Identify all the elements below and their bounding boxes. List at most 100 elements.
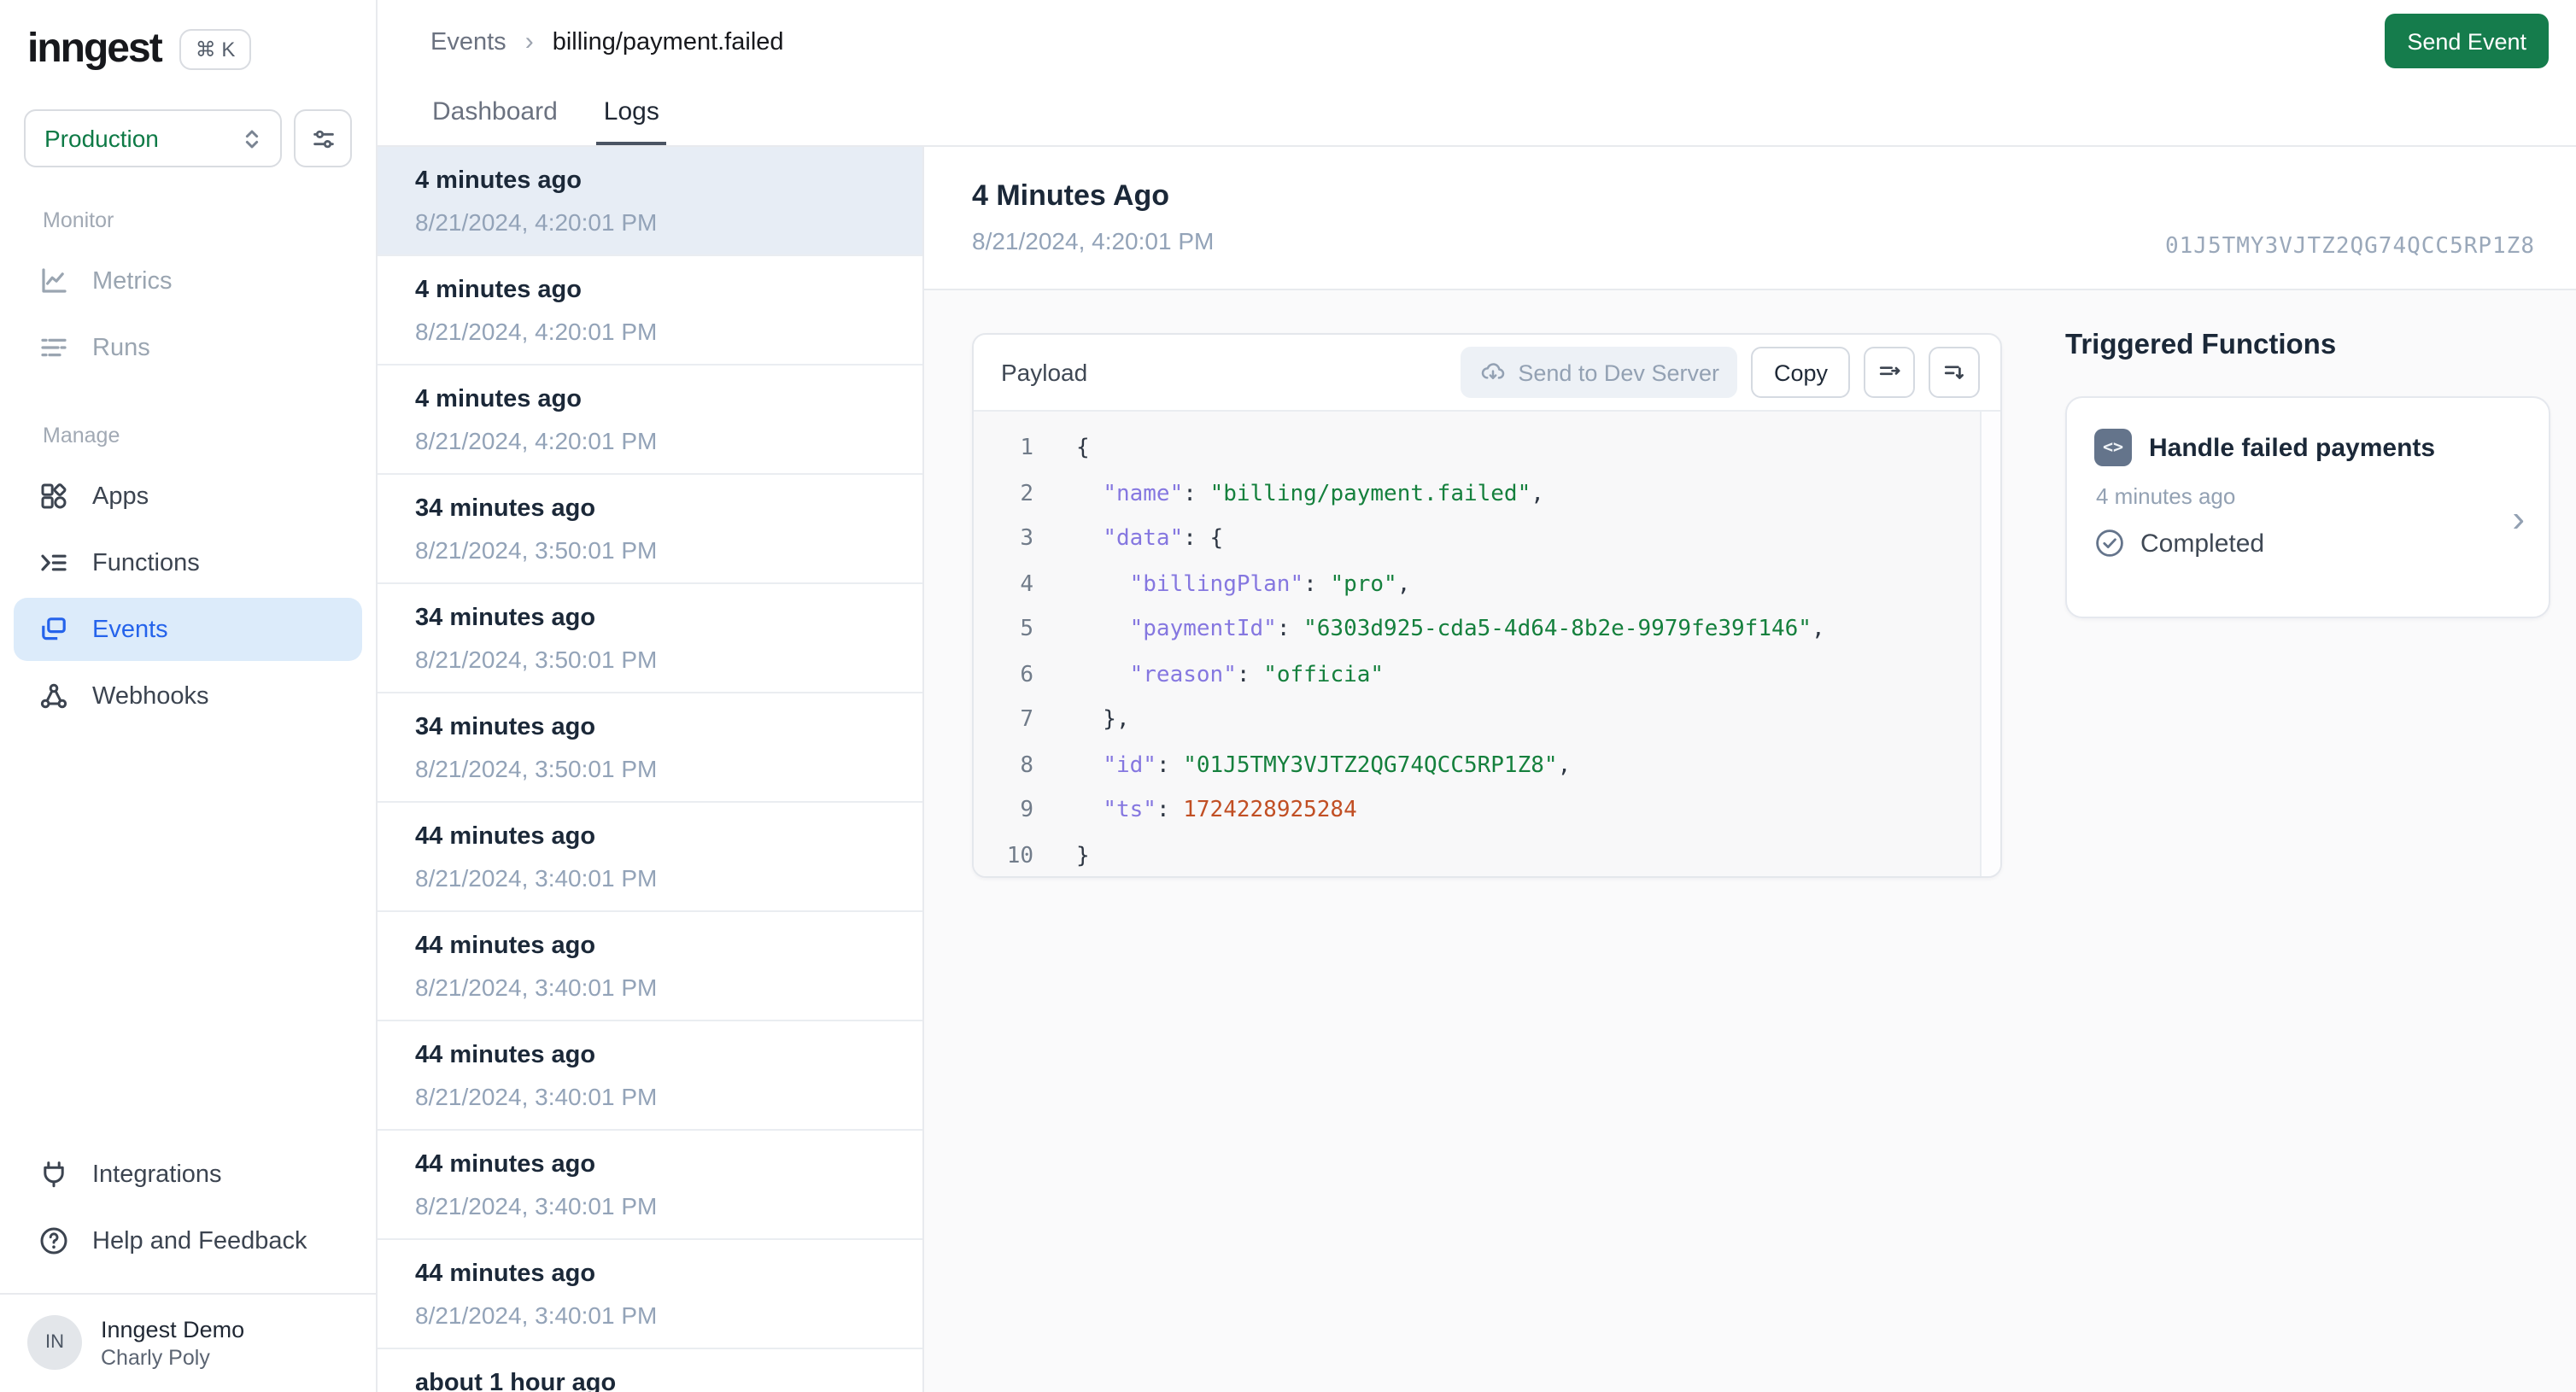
triggered-function-card[interactable]: <> Handle failed payments 4 minutes ago …	[2065, 396, 2550, 618]
event-list-item[interactable]: 4 minutes ago 8/21/2024, 4:20:01 PM	[378, 147, 922, 256]
user-menu[interactable]: IN Inngest Demo Charly Poly	[14, 1295, 362, 1392]
send-event-button[interactable]: Send Event	[2385, 14, 2549, 68]
code-line: 2 "name": "billing/payment.failed",	[974, 472, 2000, 518]
scroll-to-bottom-button[interactable]	[1929, 347, 1980, 398]
event-timestamp: 8/21/2024, 3:40:01 PM	[415, 1083, 658, 1110]
code-line: 6 "reason": "officia"	[974, 653, 2000, 699]
event-timestamp: 8/21/2024, 4:20:01 PM	[415, 318, 658, 345]
event-timestamp: 8/21/2024, 4:20:01 PM	[415, 427, 658, 454]
cloud-download-icon	[1478, 359, 1506, 386]
payload-card: Payload Send to Dev Server Copy 1 {2 "n…	[972, 333, 2002, 878]
sidebar-item-metrics[interactable]: Metrics	[14, 249, 362, 313]
sidebar-item-label: Webhooks	[92, 682, 209, 710]
event-detail-header: 4 Minutes Ago 8/21/2024, 4:20:01 PM 01J5…	[924, 147, 2576, 290]
sidebar-item-webhooks[interactable]: Webhooks	[14, 664, 362, 728]
event-list-item[interactable]: 44 minutes ago 8/21/2024, 3:40:01 PM	[378, 1021, 922, 1131]
sidebar-item-runs[interactable]: Runs	[14, 316, 362, 379]
event-relative-time: 44 minutes ago	[415, 1260, 596, 1288]
sidebar-item-label: Apps	[92, 483, 149, 510]
tab-dashboard[interactable]: Dashboard	[430, 97, 559, 145]
wrap-lines-icon	[1876, 359, 1903, 386]
line-number: 7	[1020, 707, 1033, 733]
sidebar-item-help[interactable]: Help and Feedback	[14, 1209, 362, 1272]
function-name: Handle failed payments	[2149, 433, 2436, 462]
event-timestamp: 8/21/2024, 3:50:01 PM	[415, 646, 658, 673]
check-circle-icon	[2094, 528, 2125, 559]
sidebar: inngest ⌘ K Production Monitor Metrics R…	[0, 0, 378, 1392]
tab-bar: Dashboard Logs	[430, 97, 665, 145]
chevron-right-icon: ›	[2512, 497, 2525, 540]
event-relative-time: 44 minutes ago	[415, 823, 596, 851]
triggered-functions-panel: Triggered Functions <> Handle failed pay…	[2065, 330, 2550, 618]
event-relative-time: 34 minutes ago	[415, 605, 596, 632]
function-run-time: 4 minutes ago	[2096, 483, 2236, 509]
environment-filter-button[interactable]	[294, 109, 352, 167]
event-timestamp: 8/21/2024, 3:40:01 PM	[415, 1192, 658, 1219]
event-list-item[interactable]: 44 minutes ago 8/21/2024, 3:40:01 PM	[378, 803, 922, 912]
nav-section-manage: Manage	[43, 424, 120, 447]
event-relative-time: 44 minutes ago	[415, 1042, 596, 1069]
event-list-item[interactable]: 34 minutes ago 8/21/2024, 3:50:01 PM	[378, 584, 922, 693]
line-number: 1	[1020, 436, 1033, 461]
chevron-right-icon: ›	[524, 27, 534, 56]
sidebar-item-label: Events	[92, 616, 168, 643]
event-timestamp: 8/21/2024, 3:40:01 PM	[415, 974, 658, 1001]
sidebar-item-apps[interactable]: Apps	[14, 465, 362, 528]
code-line: 7 },	[974, 699, 2000, 744]
sidebar-item-label: Integrations	[92, 1161, 222, 1188]
environment-selector-value: Production	[44, 125, 159, 152]
event-relative-time: 34 minutes ago	[415, 714, 596, 741]
event-list-item[interactable]: 44 minutes ago 8/21/2024, 3:40:01 PM	[378, 1240, 922, 1349]
line-number: 4	[1020, 571, 1033, 597]
event-detail-title: 4 Minutes Ago	[972, 179, 1170, 212]
events-windows-icon	[38, 613, 70, 646]
app-window: inngest ⌘ K Production Monitor Metrics R…	[0, 0, 2576, 1392]
help-circle-icon	[38, 1225, 70, 1257]
sidebar-item-events[interactable]: Events	[14, 598, 362, 661]
event-list-item[interactable]: 34 minutes ago 8/21/2024, 3:50:01 PM	[378, 475, 922, 584]
event-list-item[interactable]: 4 minutes ago 8/21/2024, 4:20:01 PM	[378, 366, 922, 475]
payload-title: Payload	[1001, 359, 1088, 386]
user-name: Charly Poly	[101, 1345, 210, 1369]
line-number: 3	[1020, 526, 1033, 552]
environment-selector[interactable]: Production	[24, 109, 282, 167]
event-timestamp: 8/21/2024, 3:40:01 PM	[415, 864, 658, 892]
nav-section-monitor: Monitor	[43, 208, 114, 232]
function-code-icon: <>	[2094, 429, 2132, 466]
line-number: 5	[1020, 617, 1033, 642]
payload-card-header: Payload Send to Dev Server Copy	[974, 335, 2000, 412]
breadcrumb-events-link[interactable]: Events	[430, 28, 506, 56]
event-list-item[interactable]: 4 minutes ago 8/21/2024, 4:20:01 PM	[378, 256, 922, 366]
command-palette-shortcut[interactable]: ⌘ K	[179, 29, 251, 70]
event-relative-time: 44 minutes ago	[415, 933, 596, 960]
send-to-dev-server-button[interactable]: Send to Dev Server	[1460, 347, 1738, 398]
sidebar-item-label: Help and Feedback	[92, 1227, 307, 1255]
tab-logs[interactable]: Logs	[596, 97, 665, 145]
line-number: 8	[1020, 752, 1033, 778]
event-relative-time: 4 minutes ago	[415, 277, 582, 304]
code-line: 10}	[974, 834, 2000, 876]
apps-grid-icon	[38, 480, 70, 512]
code-line: 1{	[974, 427, 2000, 472]
wrap-lines-button[interactable]	[1864, 347, 1915, 398]
sidebar-item-integrations[interactable]: Integrations	[14, 1143, 362, 1206]
copy-button[interactable]: Copy	[1751, 347, 1850, 398]
inngest-logo: inngest	[27, 26, 163, 72]
code-scrollbar-track[interactable]	[1980, 412, 2000, 876]
line-number: 6	[1020, 662, 1033, 687]
event-list-item[interactable]: about 1 hour ago	[378, 1349, 922, 1392]
scroll-to-bottom-icon	[1941, 359, 1968, 386]
event-list-item[interactable]: 44 minutes ago 8/21/2024, 3:40:01 PM	[378, 1131, 922, 1240]
line-number: 9	[1020, 798, 1033, 823]
sidebar-nav: Monitor Metrics Runs Manage Apps Functio…	[0, 167, 376, 731]
chevron-updown-icon	[239, 126, 265, 151]
event-list: 4 minutes ago 8/21/2024, 4:20:01 PM 4 minu…	[378, 147, 924, 1392]
sidebar-item-functions[interactable]: Functions	[14, 531, 362, 594]
functions-terminal-icon	[38, 547, 70, 579]
event-detail: 4 Minutes Ago 8/21/2024, 4:20:01 PM 01J5…	[924, 147, 2576, 1392]
code-line: 9 "ts": 1724228925284	[974, 789, 2000, 834]
event-list-item[interactable]: 44 minutes ago 8/21/2024, 3:40:01 PM	[378, 912, 922, 1021]
event-list-item[interactable]: 34 minutes ago 8/21/2024, 3:50:01 PM	[378, 693, 922, 803]
event-timestamp: 8/21/2024, 4:20:01 PM	[415, 208, 658, 236]
event-id: 01J5TMY3VJTZ2QG74QCC5RP1Z8	[2165, 234, 2535, 260]
